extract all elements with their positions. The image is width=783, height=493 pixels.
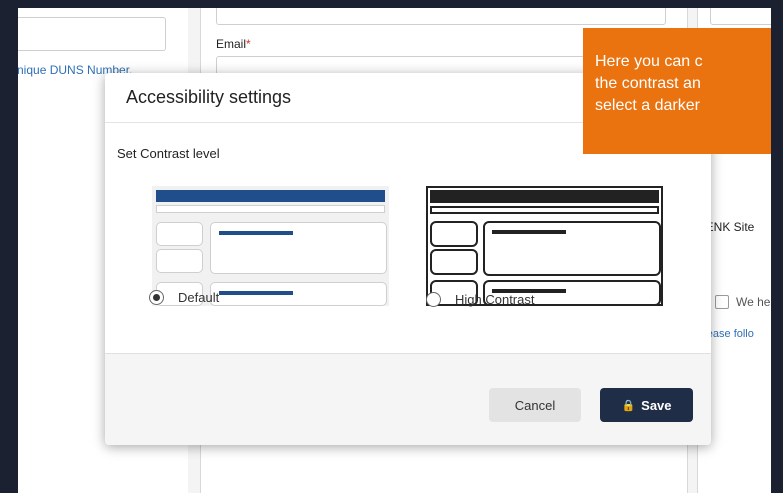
save-button[interactable]: 🔒 Save [600,388,693,422]
preview-box [156,249,203,273]
contrast-level-label: Set Contrast level [117,146,220,161]
tooltip-line-3: select a darker [595,97,700,114]
preview-line [219,291,293,295]
modal-footer: Cancel 🔒 Save [105,353,711,445]
required-marker: * [246,37,251,51]
high-contrast-preview[interactable] [426,186,663,306]
tooltip-line-2: the contrast an [595,75,701,92]
radio-high-contrast-label: High Contrast [455,292,535,307]
radio-default[interactable]: Default [149,290,219,305]
preview-box [156,222,203,246]
frame-top [0,0,783,8]
email-label: Email* [216,37,251,51]
radio-default-indicator[interactable] [149,290,164,305]
frame-left [0,0,18,493]
default-preview[interactable] [152,186,389,306]
frame-right [771,0,783,493]
preview-header-bar [430,190,659,203]
cancel-button[interactable]: Cancel [489,388,581,422]
preview-panel [210,222,387,274]
radio-high-contrast[interactable]: High Contrast [426,292,534,307]
preview-line [492,230,566,234]
radio-default-label: Default [178,290,220,305]
top-input[interactable] [216,8,666,25]
preview-line [219,231,293,235]
email-label-text: Email [216,37,247,51]
save-button-label: Save [641,397,672,413]
consent-checkbox[interactable] [715,295,729,309]
lock-icon: 🔒 [621,399,636,412]
preview-header-bar [156,190,385,202]
consent-text: We he [736,295,771,309]
radio-high-contrast-indicator[interactable] [426,292,441,307]
guide-tooltip: Here you can c the contrast an select a … [583,28,771,154]
modal-title: Accessibility settings [126,87,292,107]
preview-box [430,221,478,247]
preview-subheader [430,206,659,214]
tooltip-line-1: Here you can c [595,53,703,70]
left-input[interactable] [18,17,166,51]
preview-box [430,249,478,275]
preview-subheader [156,205,385,213]
right-top-input[interactable] [710,8,771,25]
